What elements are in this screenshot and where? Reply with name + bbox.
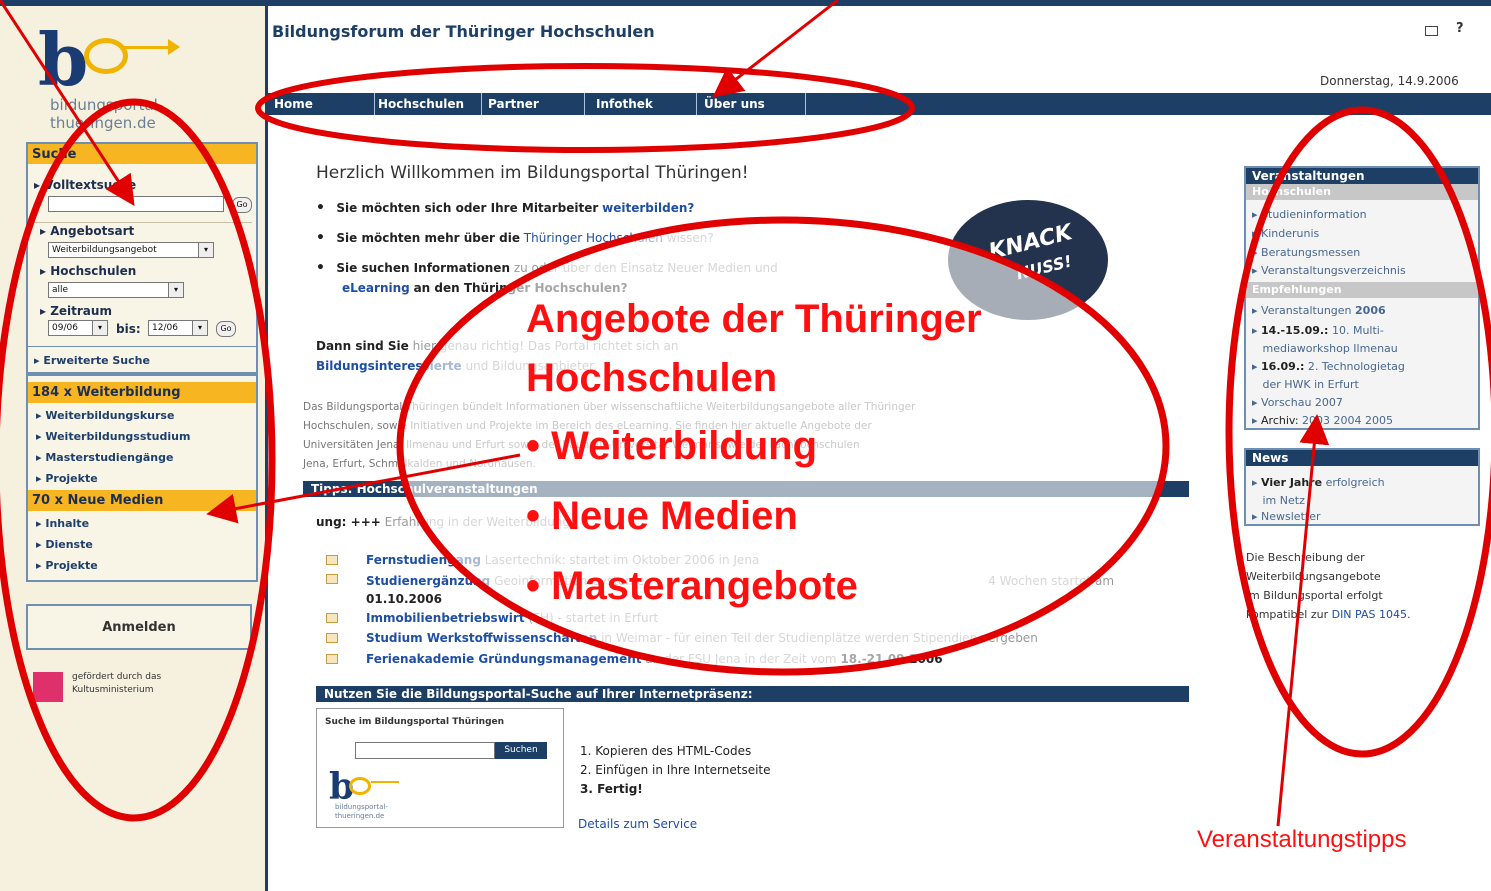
news-item-2[interactable]: ▸ Newsletter (1252, 510, 1321, 523)
event-rec-4[interactable]: ▸ Vorschau 2007 (1252, 396, 1343, 409)
events-panel: Veranstaltungen Hochschulen ▸ Studieninf… (1244, 166, 1480, 430)
current-date: Donnerstag, 14.9.2006 (1320, 74, 1459, 88)
tip-icon (326, 633, 338, 643)
page-title: Bildungsforum der Thüringer Hochschulen (272, 22, 655, 41)
question-1: • Sie möchten sich oder Ihre Mitarbeiter… (316, 200, 695, 216)
question-3: • Sie suchen Informationen zu oder über … (316, 260, 778, 295)
annotation-right-label: Veranstaltungstipps (1197, 826, 1407, 853)
main-navigation: Home Hochschulen Partner Infothek Über u… (268, 93, 1491, 115)
sponsor-text-line2: Kultusministerium (72, 685, 154, 695)
link-weiterbildungskurse[interactable]: ▸ Weiterbildungskurse (36, 409, 174, 422)
login-label: Anmelden (102, 620, 176, 635)
tip-3[interactable]: Immobilienbetriebswirt (FH) - startet in… (366, 611, 658, 625)
nav-home[interactable]: Home (274, 93, 313, 115)
events-subheader-empfehlungen: Empfehlungen (1246, 282, 1478, 298)
event-link-2[interactable]: ▸ Kinderunis (1252, 227, 1319, 240)
details-link[interactable]: Details zum Service (578, 817, 697, 831)
event-rec-2[interactable]: ▸ 14.-15.09.: 10. Multi- mediaworkshop I… (1252, 322, 1398, 358)
search-panel: Suche ▸ Volltextsuche Go ▸ Angebotsart W… (26, 142, 258, 374)
din-pas-link[interactable]: DIN PAS 1045. (1332, 608, 1411, 621)
link-weiterbildungsstudium[interactable]: ▸ Weiterbildungsstudium (36, 430, 190, 443)
sponsor-logo (33, 672, 63, 702)
event-link-4[interactable]: ▸ Veranstaltungsverzeichnis (1252, 264, 1406, 277)
embed-search-bar: Nutzen Sie die Bildungsportal-Suche auf … (316, 686, 1189, 702)
widget-logo-line1: bildungsportal- (335, 803, 388, 811)
annotation-item-1: • Weiterbildung (526, 424, 818, 468)
mail-icon[interactable] (1425, 26, 1438, 36)
widget-search-input[interactable] (355, 742, 495, 759)
sponsor-text-line1: gefördert durch das (72, 672, 162, 682)
tip-4[interactable]: Studium Werkstoffwissenschaften in Weima… (366, 631, 1038, 645)
event-rec-1[interactable]: ▸ Veranstaltungen 2006 (1252, 304, 1386, 317)
event-link-1[interactable]: ▸ Studieninformation (1252, 208, 1367, 221)
link-dienste[interactable]: ▸ Dienste (36, 538, 93, 551)
weiterbilden-link[interactable]: weiterbilden? (602, 201, 694, 215)
universities-label: ▸ Hochschulen (40, 264, 137, 278)
search-widget: Suche im Bildungsportal Thüringen Suchen… (316, 708, 564, 828)
event-link-3[interactable]: ▸ Beratungsmessen (1252, 246, 1360, 259)
widget-title: Suche im Bildungsportal Thüringen (325, 717, 505, 727)
link-masterstudiengaenge[interactable]: ▸ Masterstudiengänge (36, 451, 173, 464)
search-title: Suche (28, 144, 256, 164)
annotation-item-2: • Neue Medien (526, 494, 798, 538)
tip-icon (326, 574, 338, 584)
archive-links[interactable]: ▸ Archiv: 2003 2004 2005 (1252, 414, 1393, 427)
event-rec-3[interactable]: ▸ 16.09.: 2. Technologietag der HWK in E… (1252, 358, 1405, 394)
events-subheader-hochschulen: Hochschulen (1246, 184, 1478, 200)
weiterbildung-header[interactable]: 184 x Weiterbildung (28, 382, 256, 403)
elearning-link[interactable]: eLearning (342, 281, 410, 295)
offer-type-label: ▸ Angebotsart (40, 224, 135, 238)
universities-select[interactable]: alle ▾ (48, 282, 184, 298)
link-projekte-medien[interactable]: ▸ Projekte (36, 559, 98, 572)
news-title: News (1246, 450, 1478, 466)
logo-text-line1: bildungsportal- (50, 96, 164, 114)
nav-hochschulen[interactable]: Hochschulen (378, 93, 464, 115)
news-item-1[interactable]: ▸ Vier Jahre erfolgreich im Netz (1252, 474, 1385, 510)
link-projekte-weiterbildung[interactable]: ▸ Projekte (36, 472, 98, 485)
logo-text-line2: thueringen.de (50, 114, 156, 132)
pas-note: Die Beschreibung der Weiterbildungsangeb… (1246, 551, 1411, 621)
steps-list: 1. Kopieren des HTML-Codes 2. Einfügen i… (580, 744, 771, 796)
tip-5[interactable]: Ferienakademie Gründungsmanagement an de… (366, 652, 943, 666)
fulltext-go-button[interactable]: Go (232, 197, 252, 213)
neue-medien-header[interactable]: 70 x Neue Medien (28, 490, 256, 511)
nav-partner[interactable]: Partner (488, 93, 539, 115)
offer-type-select[interactable]: Weiterbildungsangebot ▾ (48, 242, 214, 258)
news-panel: News ▸ Vier Jahre erfolgreich im Netz ▸ … (1244, 448, 1480, 526)
hochschulen-link[interactable]: Thüringer Hochschulen (524, 231, 663, 245)
widget-logo-line2: thueringen.de (335, 812, 385, 820)
annotation-title-line2: Hochschulen (526, 356, 778, 400)
tip-icon (326, 555, 338, 565)
widget-search-button[interactable]: Suchen (495, 742, 547, 759)
period-from-select[interactable]: 09/06 ▾ (48, 320, 108, 336)
link-inhalte[interactable]: ▸ Inhalte (36, 517, 89, 530)
period-to-select[interactable]: 12/06 ▾ (148, 320, 208, 336)
nav-ueber-uns[interactable]: Über uns (704, 93, 765, 115)
login-button[interactable]: Anmelden (26, 604, 252, 650)
welcome-heading: Herzlich Willkommen im Bildungsportal Th… (316, 163, 749, 183)
events-title: Veranstaltungen (1246, 168, 1478, 184)
period-to-label: bis: (116, 322, 141, 336)
tip-icon (326, 654, 338, 664)
fulltext-input[interactable] (48, 196, 224, 212)
extended-search-link[interactable]: ▸ Erweiterte Suche (34, 354, 150, 367)
annotation-title-line1: Angebote der Thüringer (526, 297, 982, 341)
question-2: • Sie möchten mehr über die Thüringer Ho… (316, 230, 714, 246)
categories-panel: 184 x Weiterbildung ▸ Weiterbildungskurs… (26, 374, 258, 582)
nav-infothek[interactable]: Infothek (596, 93, 653, 115)
period-go-button[interactable]: Go (216, 321, 236, 337)
arrow-to-nav (712, 0, 839, 98)
annotation-item-3: • Masterangebote (526, 564, 858, 608)
tip-icon (326, 613, 338, 623)
fulltext-label: ▸ Volltextsuche (34, 178, 137, 192)
site-logo[interactable]: b bildungsportal- thueringen.de (28, 18, 198, 133)
period-label: ▸ Zeitraum (40, 304, 112, 318)
help-icon[interactable]: ? (1456, 21, 1464, 36)
